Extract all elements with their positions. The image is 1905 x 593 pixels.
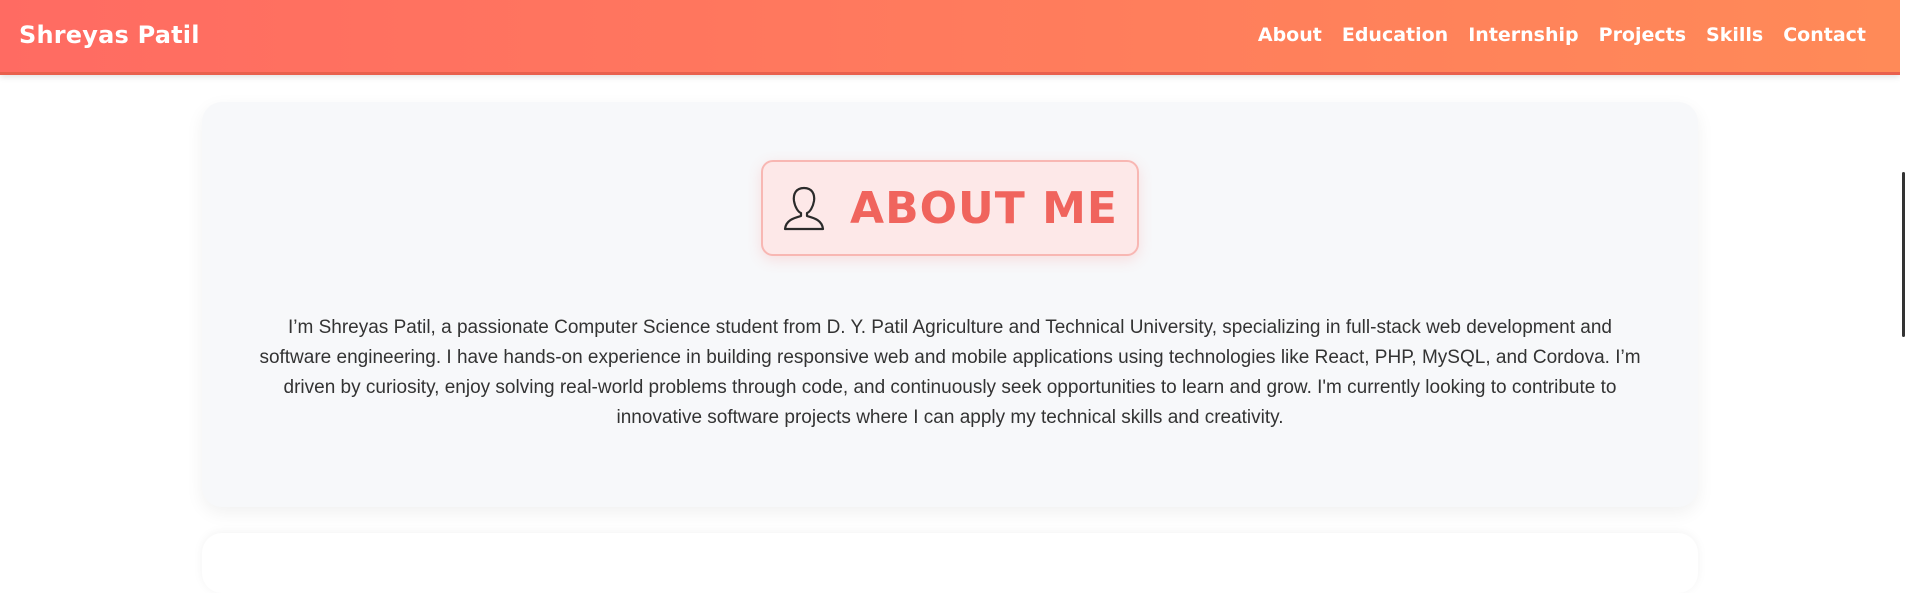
- top-navbar: Shreyas Patil About Education Internship…: [0, 0, 1900, 75]
- nav-link-internship[interactable]: Internship: [1468, 24, 1578, 46]
- scrollbar-track[interactable]: [1900, 0, 1905, 567]
- next-section-card: [202, 533, 1698, 593]
- about-heading: ABOUT ME: [850, 182, 1118, 234]
- site-brand[interactable]: Shreyas Patil: [19, 21, 200, 49]
- nav-link-about[interactable]: About: [1258, 24, 1322, 46]
- about-section: ABOUT ME I’m Shreyas Patil, a passionate…: [202, 102, 1698, 507]
- about-description: I’m Shreyas Patil, a passionate Computer…: [259, 317, 1641, 428]
- user-icon: [783, 186, 825, 231]
- nav-link-projects[interactable]: Projects: [1599, 24, 1686, 46]
- nav-links: About Education Internship Projects Skil…: [1258, 24, 1866, 46]
- about-heading-box: ABOUT ME: [761, 160, 1139, 256]
- nav-link-skills[interactable]: Skills: [1706, 24, 1763, 46]
- nav-link-education[interactable]: Education: [1342, 24, 1448, 46]
- nav-link-contact[interactable]: Contact: [1783, 24, 1866, 46]
